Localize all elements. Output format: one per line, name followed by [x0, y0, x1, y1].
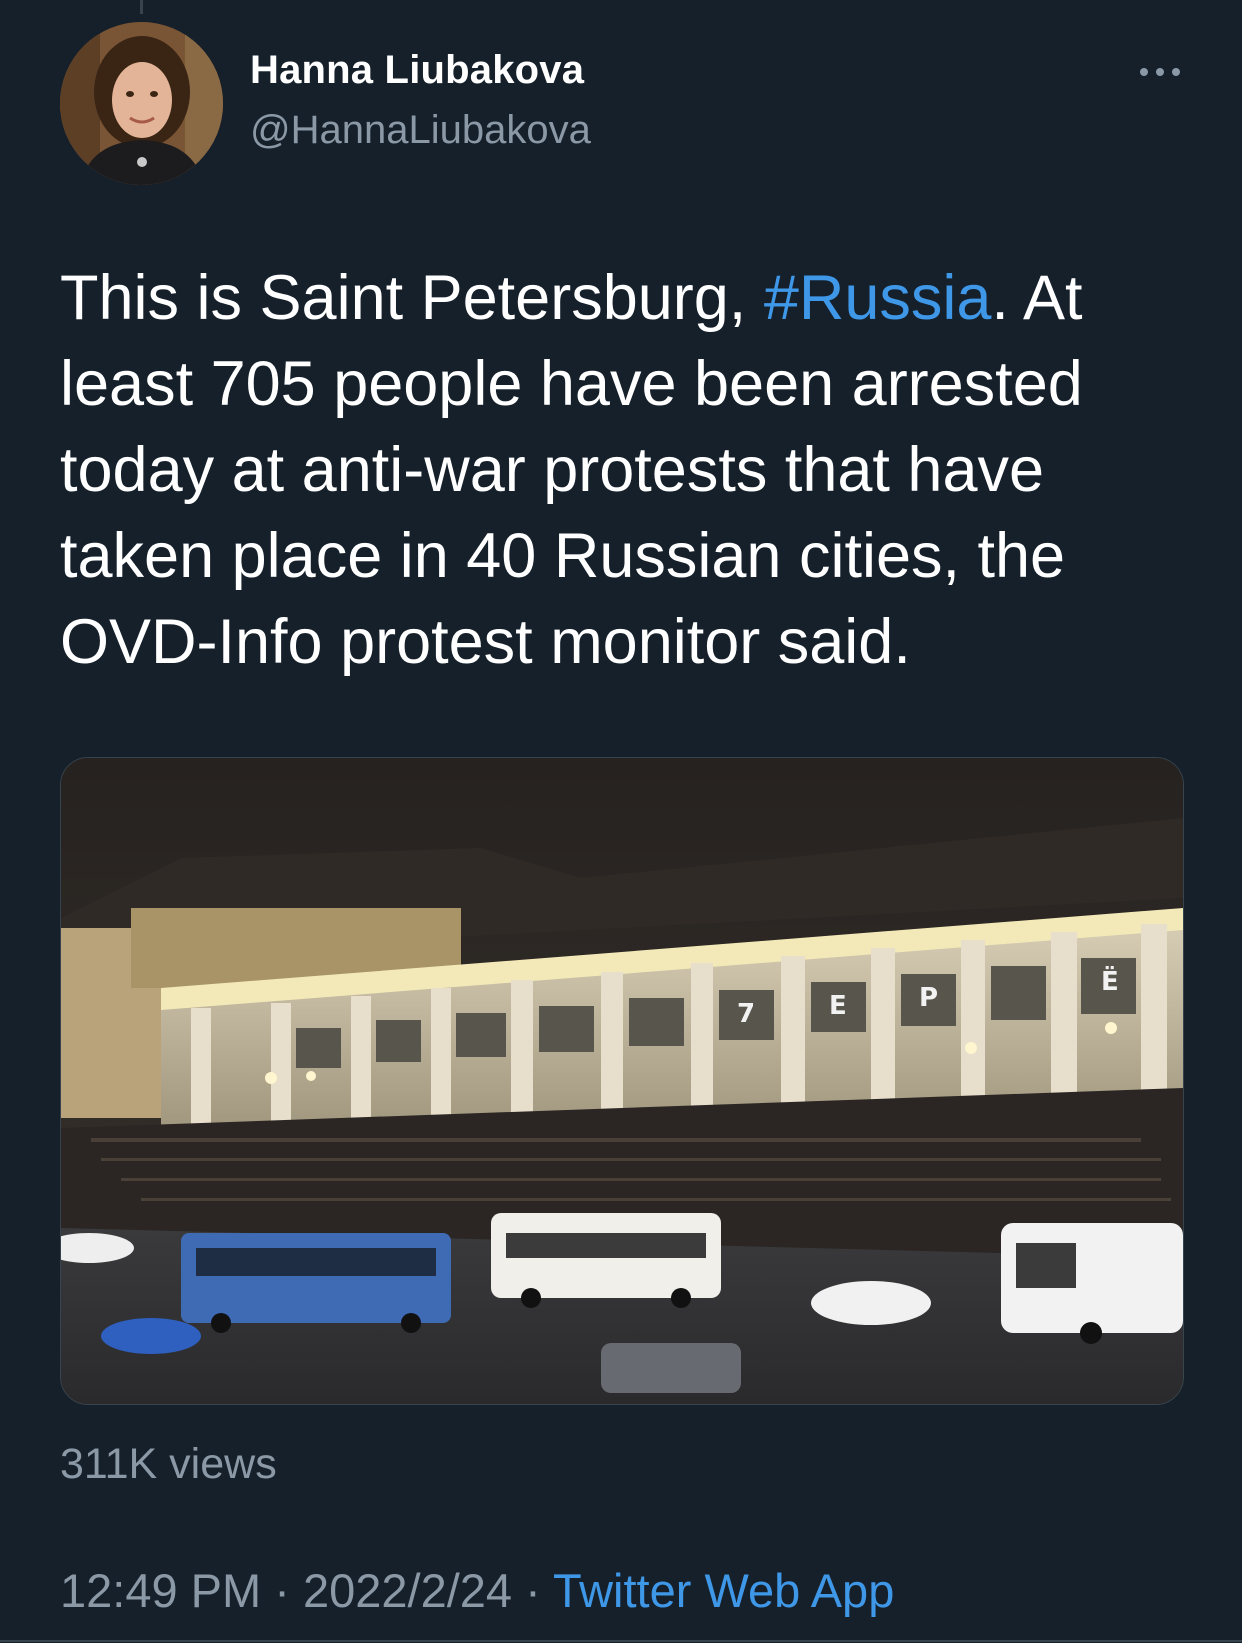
view-count: 311K views [60, 1440, 277, 1488]
meta-separator: · [512, 1564, 553, 1617]
profile-photo-icon [60, 22, 223, 185]
night-street-crowd-photo: 7 E P Ё [61, 758, 1183, 1404]
author-name[interactable]: Hanna Liubakova [250, 48, 584, 93]
svg-text:E: E [829, 991, 847, 1021]
meta-separator: · [261, 1564, 303, 1617]
svg-text:7: 7 [737, 999, 755, 1029]
tweet-source-link[interactable]: Twitter Web App [553, 1564, 894, 1617]
tweet-date[interactable]: 2022/2/24 [303, 1564, 512, 1617]
tweet-text: This is Saint Petersburg, #Russia. At le… [60, 255, 1200, 685]
tweet-media-video[interactable]: 7 E P Ё [60, 757, 1184, 1405]
more-options-button[interactable] [1125, 52, 1195, 92]
tweet-time[interactable]: 12:49 PM [60, 1564, 261, 1617]
divider [0, 1640, 1242, 1642]
thread-connector-line [140, 0, 143, 14]
author-handle[interactable]: @HannaLiubakova [250, 108, 591, 153]
avatar[interactable] [60, 22, 223, 185]
more-horizontal-icon-dot [1156, 68, 1164, 76]
tweet-meta: 12:49 PM · 2022/2/24 · Twitter Web App [60, 1563, 894, 1618]
svg-text:Ё: Ё [1101, 965, 1119, 997]
tweet-text-part-1: This is Saint Petersburg, [60, 263, 764, 333]
more-horizontal-icon [1140, 68, 1148, 76]
hashtag-link[interactable]: #Russia [764, 263, 992, 333]
svg-text:P: P [919, 983, 938, 1013]
more-horizontal-icon-dot [1172, 68, 1180, 76]
